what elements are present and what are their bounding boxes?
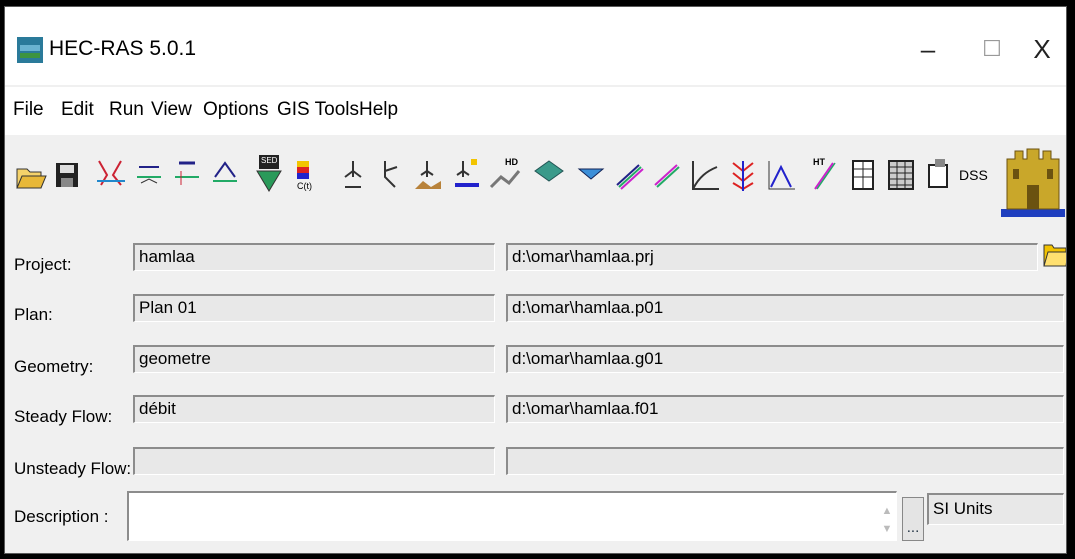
units-field: SI Units (927, 493, 1064, 525)
geometry-label: Geometry: (14, 357, 94, 376)
menu-options[interactable]: Options (203, 99, 268, 121)
menu-edit[interactable]: Edit (61, 99, 94, 121)
profile-plot-icon[interactable] (611, 151, 647, 197)
project-label: Project: (14, 255, 72, 274)
steady-flow-label: Steady Flow: (14, 407, 113, 426)
close-button[interactable]: X (1019, 29, 1065, 69)
folder-icon[interactable] (1042, 235, 1066, 271)
dss-viewer-icon[interactable]: DSS (955, 151, 995, 197)
profile-summary-table-icon[interactable] (883, 151, 919, 197)
dss-label: DSS (959, 167, 988, 183)
minimize-button[interactable]: – (905, 29, 951, 69)
menu-view[interactable]: View (151, 99, 192, 121)
project-name-field[interactable]: hamlaa (133, 243, 495, 271)
sed-label: SED (261, 156, 278, 165)
steady-flow-file-field[interactable]: d:\omar\hamlaa.f01 (506, 395, 1064, 423)
description-label: Description : (14, 507, 109, 526)
ct-label: C(t) (297, 181, 312, 191)
menu-file[interactable]: File (13, 99, 44, 121)
sediment-analysis-icon[interactable] (411, 151, 447, 197)
xyz-perspective-icon[interactable] (725, 151, 761, 197)
ht-label: HT (813, 157, 825, 167)
title-bar: HEC-RAS 5.0.1 – ☐ X (5, 7, 1066, 85)
detailed-output-table-icon[interactable] (845, 151, 881, 197)
water-quality-analysis-icon[interactable] (449, 151, 485, 197)
rating-curve-icon[interactable] (687, 151, 723, 197)
summary-errors-icon[interactable] (921, 151, 957, 197)
steady-flow-name-field[interactable]: débit (133, 395, 495, 423)
save-project-icon[interactable] (49, 151, 85, 197)
description-field[interactable] (127, 491, 897, 541)
geometry-file-field[interactable]: d:\omar\hamlaa.g01 (506, 345, 1064, 373)
sediment-data-icon[interactable]: SED (251, 151, 287, 197)
stage-flow-hydrograph-icon[interactable] (763, 151, 799, 197)
steady-analysis-icon[interactable] (335, 151, 371, 197)
hd-label: HD (505, 157, 518, 167)
project-file-field[interactable]: d:\omar\hamlaa.prj (506, 243, 1038, 271)
open-project-icon[interactable] (11, 151, 47, 197)
window-title: HEC-RAS 5.0.1 (49, 37, 197, 60)
water-quality-data-icon[interactable]: C(t) (289, 151, 325, 197)
general-profile-plot-icon[interactable] (649, 151, 685, 197)
hec-ras-app-icon (17, 37, 43, 63)
menu-help[interactable]: Help (359, 99, 398, 121)
plan-label: Plan: (14, 305, 53, 324)
cross-section-plot-icon[interactable] (573, 151, 609, 197)
description-scroll-arrows[interactable]: ▲ ▼ (877, 502, 897, 542)
description-more-button[interactable]: ... (902, 497, 924, 541)
plan-file-field[interactable]: d:\omar\hamlaa.p01 (506, 294, 1064, 322)
unsteady-analysis-icon[interactable] (373, 151, 409, 197)
menu-bar: File Edit Run View Options GIS Tools Hel… (5, 87, 1066, 135)
unsteady-flow-name-field[interactable] (133, 447, 495, 475)
unsteady-flow-icon[interactable] (169, 151, 205, 197)
hydraulic-design-icon[interactable]: HD (487, 151, 523, 197)
ras-mapper-icon[interactable] (531, 151, 567, 197)
plan-name-field[interactable]: Plan 01 (133, 294, 495, 322)
hydraulic-property-table-icon[interactable]: HT (807, 151, 843, 197)
geometry-name-field[interactable]: geometre (133, 345, 495, 373)
toolbar: SED C(t) HD HT DSS (5, 141, 1066, 223)
menu-run[interactable]: Run (109, 99, 144, 121)
maximize-button[interactable]: ☐ (969, 29, 1015, 69)
quasi-unsteady-flow-icon[interactable] (207, 151, 243, 197)
hec-ras-main-window: HEC-RAS 5.0.1 – ☐ X File Edit Run View O… (4, 6, 1067, 554)
geometric-data-icon[interactable] (93, 151, 129, 197)
steady-flow-icon[interactable] (131, 151, 167, 197)
menu-gis-tools[interactable]: GIS Tools (277, 99, 359, 121)
unsteady-flow-label: Unsteady Flow: (14, 459, 132, 478)
usace-castle-logo (1001, 139, 1065, 223)
unsteady-flow-file-field[interactable] (506, 447, 1064, 475)
